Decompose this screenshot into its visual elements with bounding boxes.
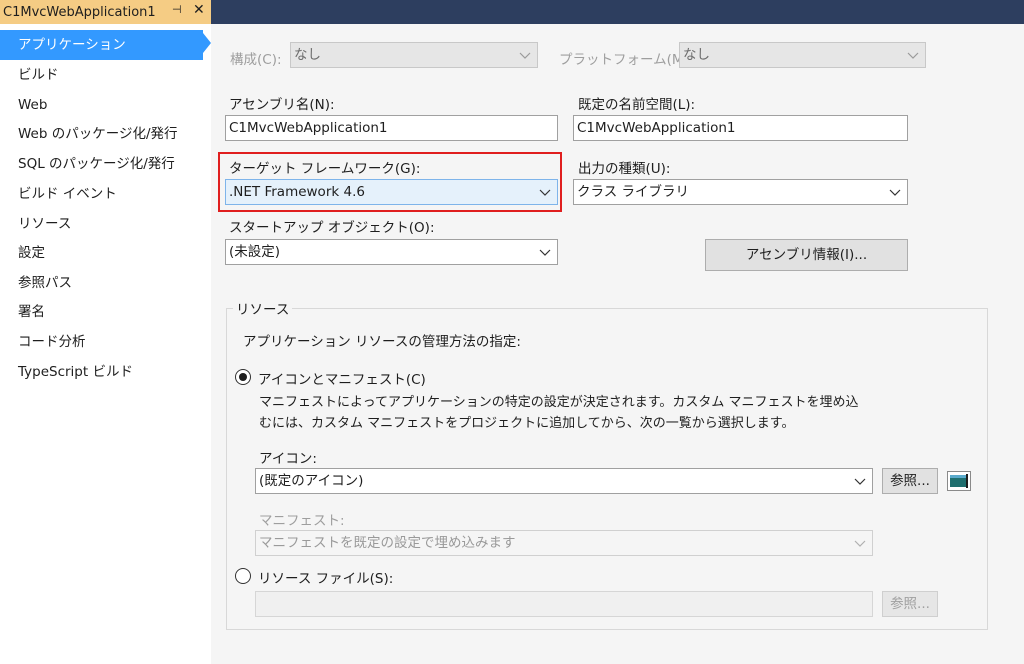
resources-group-title: リソース — [233, 298, 293, 318]
icon-manifest-radio[interactable] — [235, 369, 251, 385]
nav-item-typescript-build[interactable]: TypeScript ビルド — [0, 357, 211, 387]
target-framework-label: ターゲット フレームワーク(G): — [229, 161, 421, 177]
resource-file-radio-label[interactable]: リソース ファイル(S): — [258, 567, 393, 587]
chevron-down-icon — [539, 246, 551, 258]
nav-item-application[interactable]: アプリケーション — [0, 30, 203, 60]
icon-label: アイコン: — [259, 451, 317, 467]
resource-browse-button[interactable]: 参照... — [882, 591, 938, 617]
property-nav: アプリケーション ビルド Web Web のパッケージ化/発行 SQL のパッケ… — [0, 24, 211, 664]
manifest-label: マニフェスト: — [259, 513, 345, 529]
chevron-down-icon — [854, 475, 866, 487]
document-tab-title: C1MvcWebApplication1 — [3, 4, 156, 20]
application-icon-preview — [947, 471, 971, 491]
assembly-info-button[interactable]: アセンブリ情報(I)... — [705, 239, 908, 271]
chevron-down-icon — [519, 49, 531, 61]
nav-item-code-analysis[interactable]: コード分析 — [0, 327, 211, 357]
platform-value: なし — [683, 47, 710, 63]
manifest-dropdown[interactable]: マニフェストを既定の設定で埋め込みます — [255, 530, 873, 556]
platform-dropdown[interactable]: なし — [679, 42, 926, 68]
configuration-label: 構成(C): — [230, 52, 282, 68]
icon-value: (既定のアイコン) — [259, 473, 364, 489]
chevron-down-icon — [854, 537, 866, 549]
configuration-dropdown[interactable]: なし — [290, 42, 538, 68]
output-type-dropdown[interactable]: クラス ライブラリ — [573, 179, 908, 205]
nav-item-build-events[interactable]: ビルド イベント — [0, 179, 211, 209]
icon-dropdown[interactable]: (既定のアイコン) — [255, 468, 873, 494]
startup-object-dropdown[interactable]: (未設定) — [225, 239, 558, 265]
pin-icon[interactable]: ⊣ — [172, 3, 182, 16]
startup-object-value: (未設定) — [229, 244, 281, 260]
nav-item-signing[interactable]: 署名 — [0, 297, 211, 327]
configuration-value: なし — [294, 47, 321, 63]
document-tab[interactable]: C1MvcWebApplication1 ⊣ ✕ — [0, 0, 211, 24]
target-framework-value: .NET Framework 4.6 — [229, 184, 365, 200]
nav-item-sql-package-publish[interactable]: SQL のパッケージ化/発行 — [0, 149, 211, 179]
startup-object-label: スタートアップ オブジェクト(O): — [229, 220, 435, 236]
manifest-value: マニフェストを既定の設定で埋め込みます — [259, 535, 516, 551]
chevron-down-icon — [907, 49, 919, 61]
resource-file-radio[interactable] — [235, 568, 251, 584]
nav-item-reference-paths[interactable]: 参照パス — [0, 268, 211, 298]
default-namespace-field[interactable]: C1MvcWebApplication1 — [573, 115, 908, 141]
nav-item-web-package-publish[interactable]: Web のパッケージ化/発行 — [0, 119, 211, 149]
platform-label: プラットフォーム(M): — [559, 52, 694, 68]
resource-file-field[interactable] — [255, 591, 873, 617]
nav-item-resources[interactable]: リソース — [0, 209, 211, 239]
nav-selection-arrow — [203, 33, 211, 53]
assembly-name-field[interactable]: C1MvcWebApplication1 — [225, 115, 558, 141]
chevron-down-icon — [539, 186, 551, 198]
nav-item-web[interactable]: Web — [0, 90, 211, 120]
icon-manifest-radio-label[interactable]: アイコンとマニフェスト(C) — [258, 368, 426, 388]
icon-manifest-description: マニフェストによってアプリケーションの特定の設定が決定されます。カスタム マニフ… — [259, 395, 859, 431]
nav-item-settings[interactable]: 設定 — [0, 238, 211, 268]
target-framework-dropdown[interactable]: .NET Framework 4.6 — [225, 179, 558, 205]
icon-browse-button[interactable]: 参照... — [882, 468, 938, 494]
assembly-name-label: アセンブリ名(N): — [229, 97, 335, 113]
chevron-down-icon — [889, 186, 901, 198]
output-type-label: 出力の種類(U): — [578, 161, 671, 177]
close-icon[interactable]: ✕ — [193, 2, 205, 18]
output-type-value: クラス ライブラリ — [577, 184, 690, 200]
resources-instruction: アプリケーション リソースの管理方法の指定: — [243, 334, 521, 350]
nav-item-build[interactable]: ビルド — [0, 60, 211, 90]
default-namespace-label: 既定の名前空間(L): — [578, 97, 696, 113]
radio-selected-dot — [239, 373, 247, 381]
